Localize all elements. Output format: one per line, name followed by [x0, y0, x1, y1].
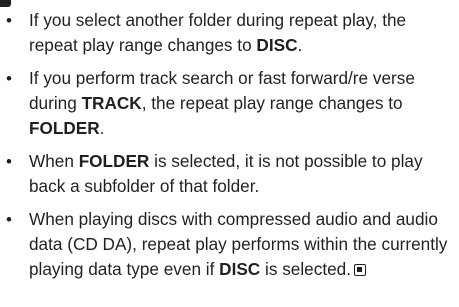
- manual-notes-page: • If you select another folder during re…: [0, 0, 459, 307]
- note-item-3: • When FOLDER is selected, it is not pos…: [6, 149, 452, 199]
- note-text: When playing discs with compressed audio…: [29, 209, 448, 279]
- note-text: When FOLDER is selected, it is not possi…: [29, 151, 423, 196]
- bullet-icon: •: [6, 69, 12, 88]
- bullet-icon: •: [6, 11, 12, 30]
- notes-list: • If you select another folder during re…: [6, 8, 452, 290]
- note-text: If you select another folder during repe…: [29, 10, 407, 55]
- note-item-2: • If you perform track search or fast fo…: [6, 66, 452, 141]
- bullet-icon: •: [6, 152, 12, 171]
- note-item-1: • If you select another folder during re…: [6, 8, 452, 58]
- note-item-4: • When playing discs with compressed aud…: [6, 207, 452, 282]
- end-of-section-icon: [354, 264, 366, 276]
- note-icon: [0, 0, 11, 7]
- note-text: If you perform track search or fast forw…: [29, 68, 415, 138]
- bullet-icon: •: [6, 210, 12, 229]
